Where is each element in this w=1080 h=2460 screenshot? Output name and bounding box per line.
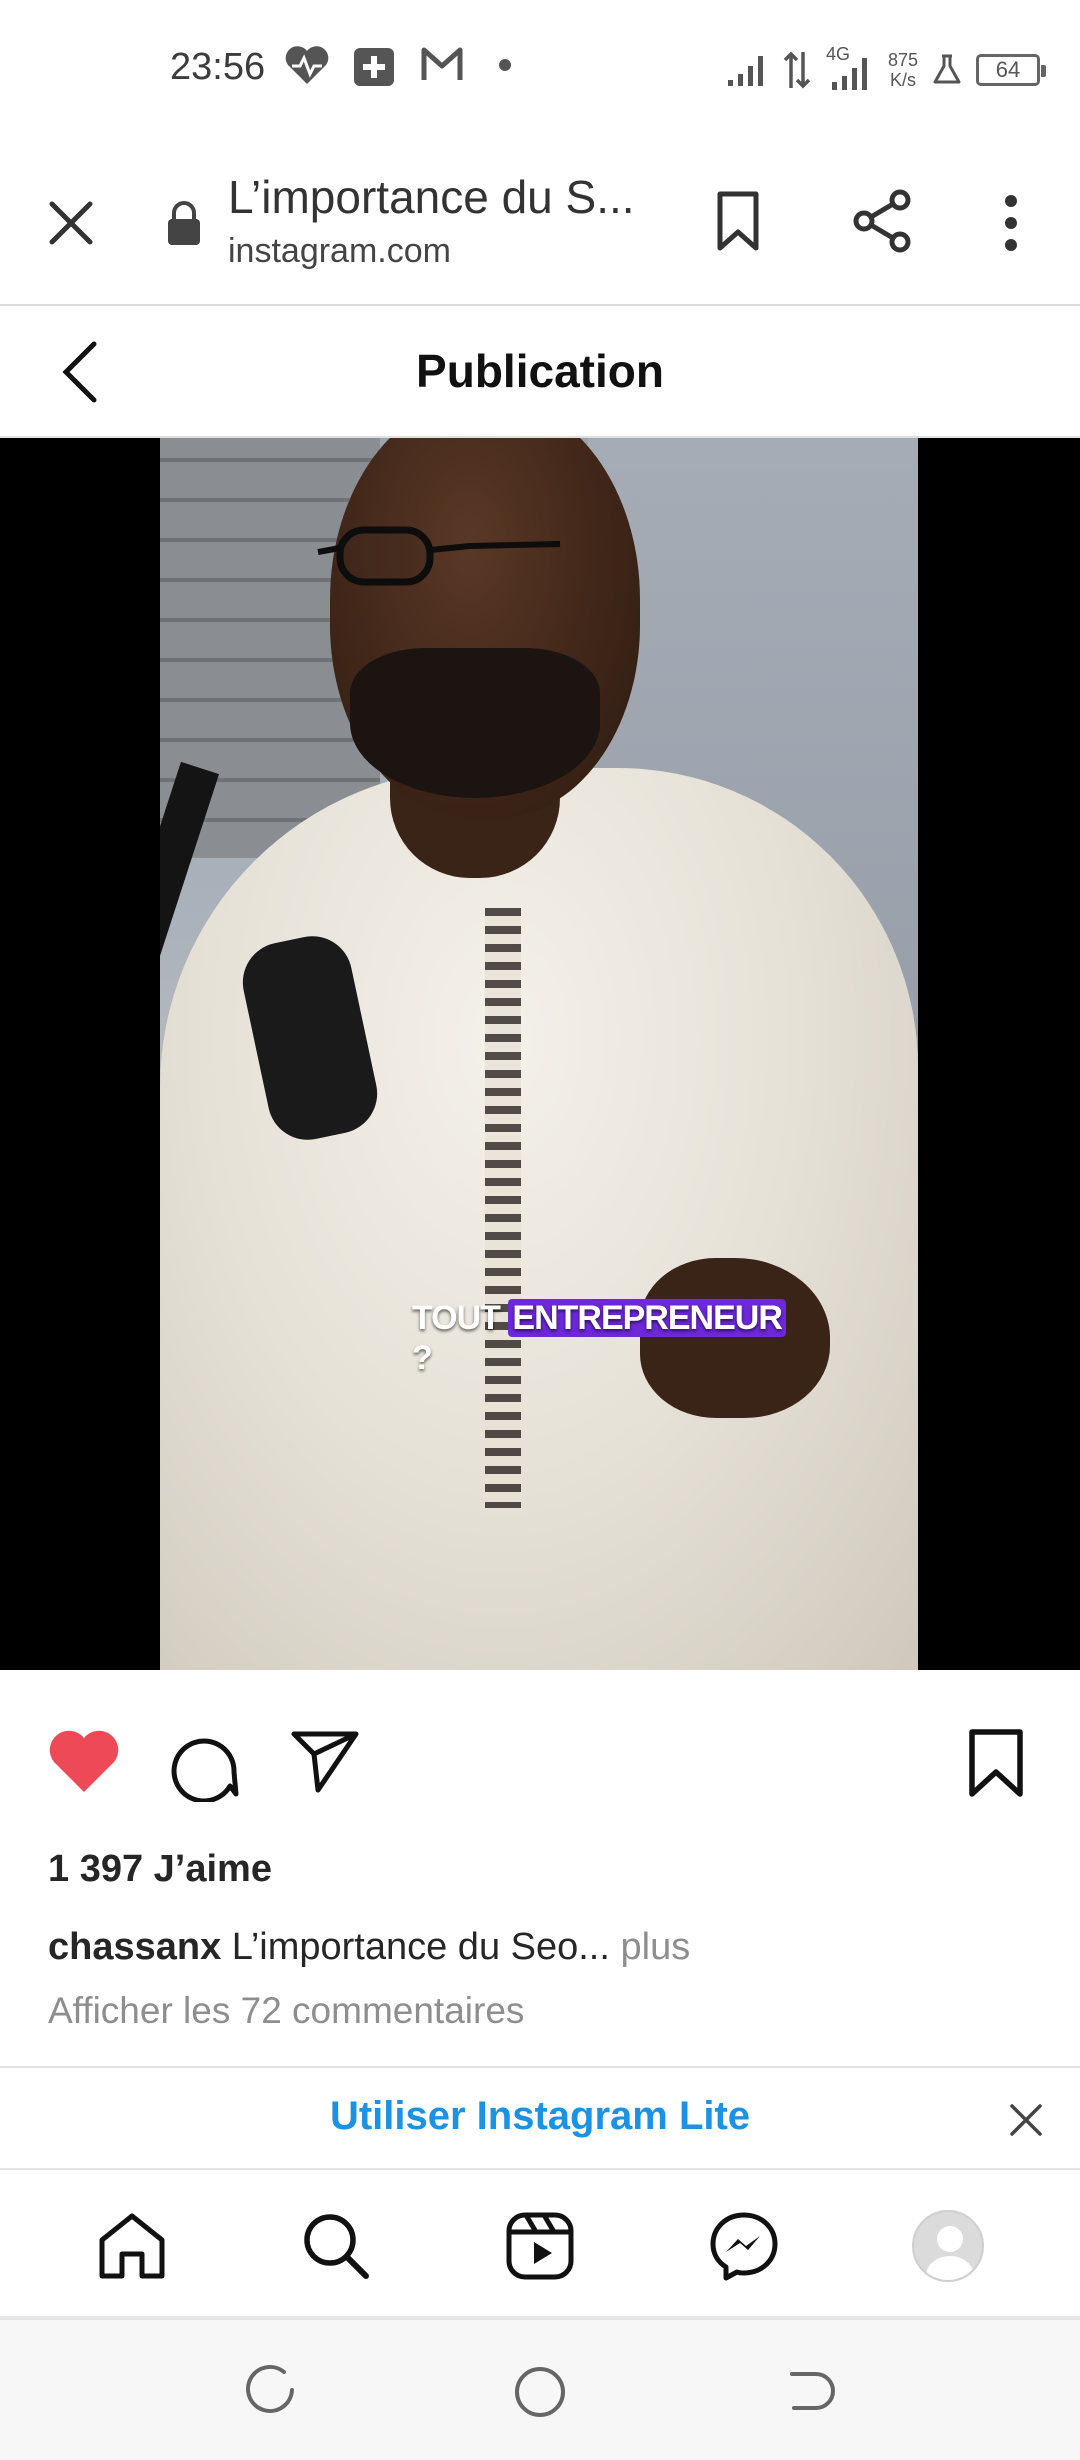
likes-count[interactable]: 1 397 J’aime <box>48 1848 272 1891</box>
lock-icon[interactable] <box>166 200 202 246</box>
signal-icon <box>727 56 763 86</box>
video-frame[interactable]: TOUT ENTREPRENEUR ? <box>160 438 918 1670</box>
heart-health-icon <box>285 46 329 84</box>
instagram-lite-link[interactable]: Utiliser Instagram Lite <box>0 2094 1080 2139</box>
post-actions <box>0 1670 1080 1850</box>
data-arrows-icon <box>783 51 811 89</box>
video-caption: TOUT ENTREPRENEUR ? <box>412 1298 786 1378</box>
bottom-navigation <box>0 2170 1080 2320</box>
instagram-lite-banner: Utiliser Instagram Lite <box>0 2066 1080 2170</box>
more-vertical-icon[interactable] <box>998 192 1024 254</box>
dot-icon <box>499 59 511 71</box>
profile-avatar[interactable] <box>912 2210 984 2282</box>
browser-domain[interactable]: instagram.com <box>228 232 451 271</box>
close-banner-icon[interactable] <box>1008 2102 1044 2138</box>
speed-unit: K/s <box>889 70 916 90</box>
search-icon[interactable] <box>300 2210 372 2282</box>
system-navigation <box>0 2320 1080 2460</box>
status-time: 23:56 <box>170 46 266 88</box>
battery-level: 64 <box>995 57 1021 82</box>
medical-plus-icon <box>354 48 394 86</box>
recent-apps-icon[interactable] <box>244 2364 298 2418</box>
comment-icon[interactable] <box>166 1728 240 1802</box>
post-username[interactable]: chassanx <box>48 1926 221 1968</box>
reels-icon[interactable] <box>504 2210 576 2282</box>
caption-question: ? <box>412 1339 433 1377</box>
post-header: Publication <box>0 306 1080 438</box>
bookmark-icon[interactable] <box>712 190 764 254</box>
share-icon[interactable] <box>850 188 916 254</box>
status-bar: 23:56 4G 875 K/s 64 <box>0 0 1080 140</box>
more-link[interactable]: plus <box>621 1926 691 1968</box>
glasses-icon <box>317 526 561 586</box>
browser-toolbar: L’importance du S... instagram.com <box>0 140 1080 306</box>
send-icon[interactable] <box>290 1728 362 1796</box>
video-player[interactable]: TOUT ENTREPRENEUR ? <box>0 438 1080 1670</box>
home-icon[interactable] <box>96 2210 168 2282</box>
speed-value: 875 <box>887 50 918 70</box>
view-comments-link[interactable]: Afficher les 72 commentaires <box>48 1990 524 2032</box>
browser-tab-title[interactable]: L’importance du S... <box>228 170 635 224</box>
caption-highlight: ENTREPRENEUR <box>508 1299 786 1337</box>
close-icon[interactable] <box>40 192 102 254</box>
save-bookmark-icon[interactable] <box>966 1728 1026 1800</box>
battery-icon: 64 <box>976 54 1046 86</box>
page-title: Publication <box>416 345 664 397</box>
messenger-icon[interactable] <box>708 2210 780 2282</box>
back-icon[interactable] <box>784 2364 838 2418</box>
signal-4g-icon: 4G <box>826 44 874 92</box>
caption-word: TOUT <box>412 1299 501 1337</box>
person-robe <box>160 768 918 1670</box>
post-caption-text: L’importance du Seo... <box>231 1926 610 1968</box>
flask-icon <box>933 54 961 84</box>
like-heart-icon[interactable] <box>46 1728 122 1796</box>
network-speed: 875 K/s <box>888 50 918 90</box>
robe-embroidery <box>485 908 521 1508</box>
post-caption: chassanx L’importance du Seo... plus <box>48 1926 690 1969</box>
home-circle-icon[interactable] <box>512 2364 568 2420</box>
status-right-icons: 4G 875 K/s 64 <box>726 40 1046 100</box>
gmail-icon <box>421 47 463 80</box>
person-beard <box>350 648 600 798</box>
